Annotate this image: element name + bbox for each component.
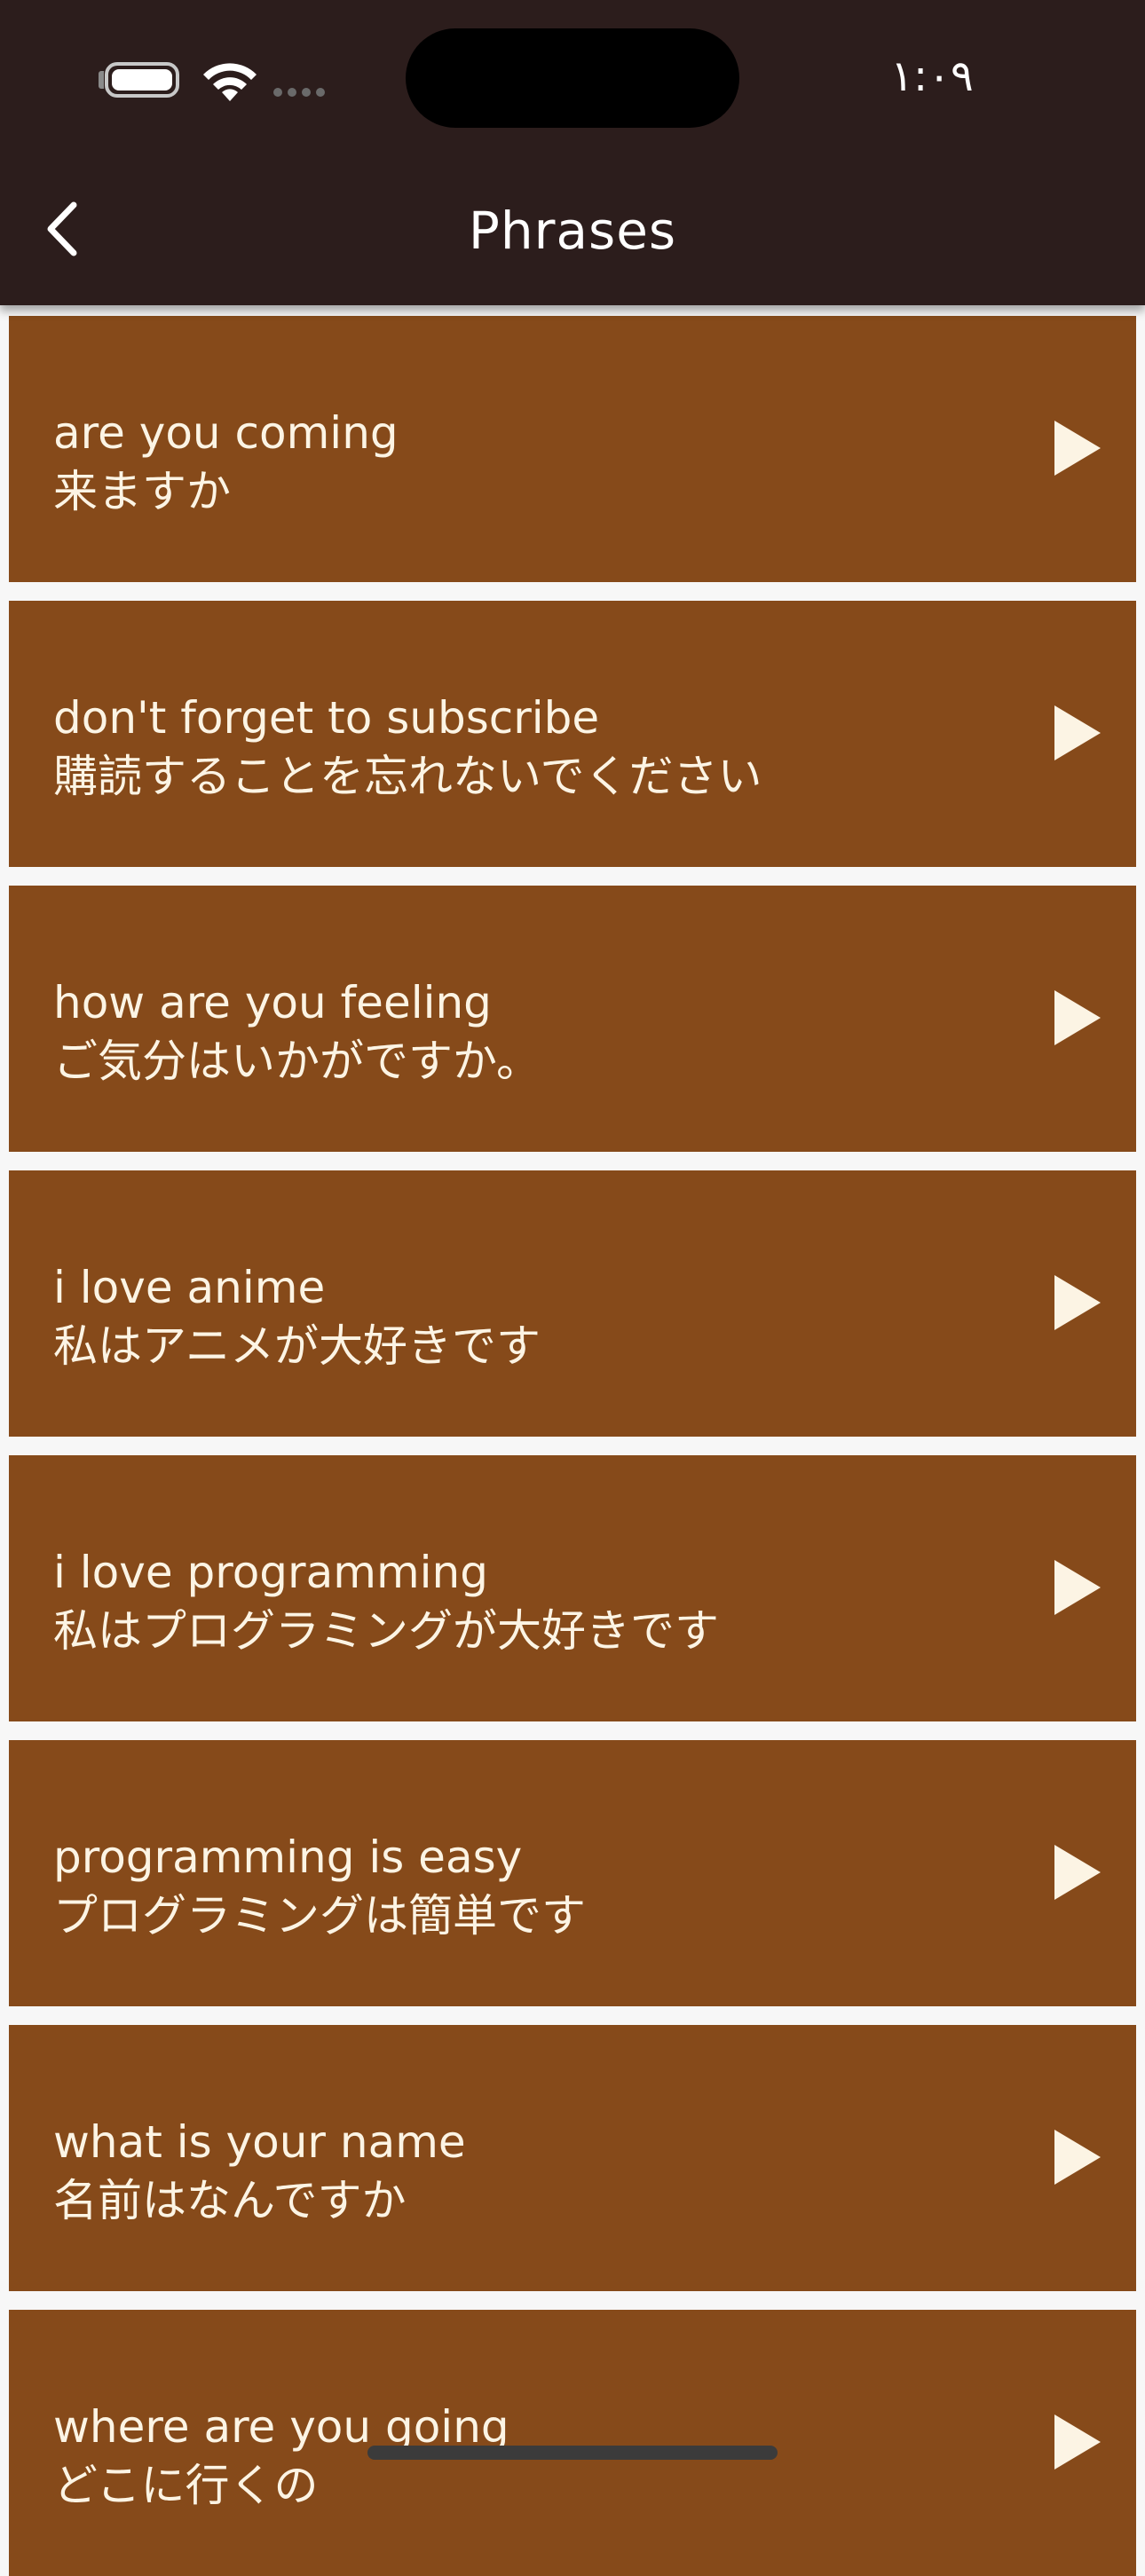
play-icon[interactable] <box>1051 1556 1104 1619</box>
phrase-card[interactable]: where are you going どこに行くの <box>9 2310 1136 2576</box>
cellular-signal-icon <box>273 83 330 100</box>
battery-nub <box>99 71 104 89</box>
phrase-card[interactable]: what is your name 名前はなんですか <box>9 2025 1136 2291</box>
phrase-card[interactable]: programming is easy プログラミングは簡単です <box>9 1740 1136 2006</box>
play-icon[interactable] <box>1051 2411 1104 2473</box>
phrase-japanese: ご気分はいかがですか。 <box>53 1036 541 1087</box>
navigation-bar: ١:٠٩ Phrases <box>0 0 1145 305</box>
play-icon[interactable] <box>1051 417 1104 479</box>
status-time: ١:٠٩ <box>890 51 974 101</box>
status-bar: ١:٠٩ <box>0 0 1145 160</box>
play-icon[interactable] <box>1051 702 1104 764</box>
phrase-english: programming is easy <box>53 1832 523 1883</box>
wifi-icon <box>203 63 257 101</box>
page-title: Phrases <box>468 201 677 261</box>
play-icon[interactable] <box>1051 987 1104 1049</box>
phrase-card[interactable]: i love programming 私はプログラミングが大好きです <box>9 1455 1136 1721</box>
play-icon[interactable] <box>1051 2126 1104 2188</box>
phrase-japanese: プログラミングは簡単です <box>53 1890 586 1942</box>
phrase-japanese: 名前はなんですか <box>53 2175 407 2226</box>
phrase-card[interactable]: are you coming 来ますか <box>9 316 1136 582</box>
play-icon[interactable] <box>1051 1272 1104 1334</box>
phrase-english: what is your name <box>53 2116 466 2168</box>
battery-icon <box>105 62 179 98</box>
phrase-japanese: 購読することを忘れないでください <box>53 751 762 802</box>
phrase-english: how are you feeling <box>53 977 492 1028</box>
dynamic-island <box>406 28 739 128</box>
phrase-english: are you coming <box>53 407 399 459</box>
phrase-card[interactable]: i love anime 私はアニメが大好きです <box>9 1170 1136 1437</box>
phrase-english: i love programming <box>53 1547 488 1598</box>
play-icon[interactable] <box>1051 1841 1104 1903</box>
home-indicator[interactable] <box>367 2446 778 2460</box>
phrase-card[interactable]: how are you feeling ご気分はいかがですか。 <box>9 886 1136 1152</box>
phrase-japanese: 私はアニメが大好きです <box>53 1320 541 1372</box>
chevron-left-icon <box>47 201 77 256</box>
phrase-english: i love anime <box>53 1262 326 1313</box>
back-button[interactable] <box>27 193 98 264</box>
phrase-japanese: 来ますか <box>53 466 231 517</box>
phrase-english: don't forget to subscribe <box>53 692 600 744</box>
phrase-japanese: どこに行くの <box>53 2460 319 2511</box>
phrase-japanese: 私はプログラミングが大好きです <box>53 1605 719 1657</box>
phrase-card[interactable]: don't forget to subscribe 購読することを忘れないでくだ… <box>9 601 1136 867</box>
